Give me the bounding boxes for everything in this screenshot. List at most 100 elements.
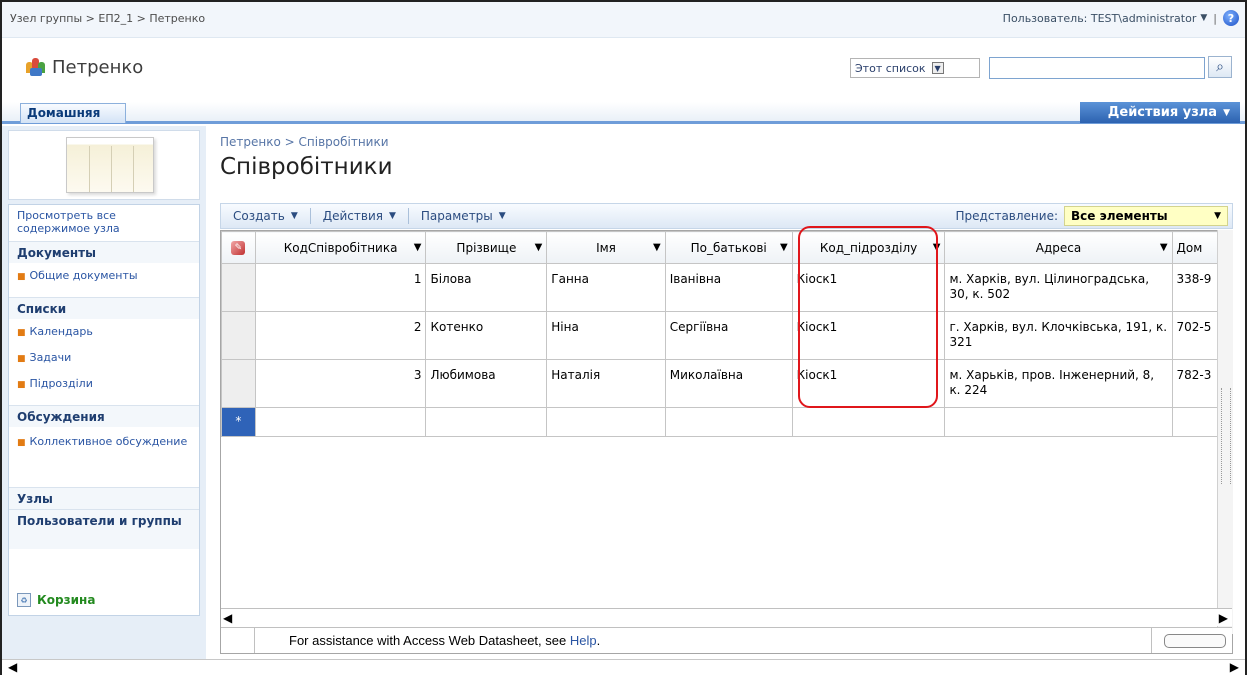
row-selector[interactable]: [221, 359, 256, 408]
status-prefix: For assistance with Access Web Datasheet…: [289, 633, 570, 648]
cell-name[interactable]: Наталія: [546, 359, 666, 408]
chevron-down-icon[interactable]: ▼: [933, 242, 941, 253]
global-breadcrumb[interactable]: Узел группы > ЕП2_1 > Петренко: [10, 12, 205, 25]
cell-patronymic[interactable]: Іванівна: [664, 263, 793, 312]
new-row-marker[interactable]: *: [221, 407, 256, 437]
cell-address[interactable]: м. Харьків, пров. Інженерний, 8, к. 224: [944, 359, 1173, 408]
new-cell[interactable]: [546, 407, 666, 437]
search-icon: ⌕: [1216, 59, 1224, 75]
bullet-icon: ■: [17, 328, 26, 338]
chevron-down-icon[interactable]: ▼: [1160, 242, 1168, 253]
ql-item-calendar[interactable]: ■ Календарь: [17, 325, 197, 340]
cell-address[interactable]: г. Харків, вул. Клочківська, 191, к. 321: [944, 311, 1173, 360]
vertical-scrollbar[interactable]: [1217, 230, 1233, 634]
cell-id[interactable]: 3: [254, 359, 427, 408]
new-cell[interactable]: [944, 407, 1173, 437]
ql-heading-lists[interactable]: Списки: [9, 297, 199, 319]
table-row[interactable]: 3 Любимова Наталія Миколаївна Кіоск1 м. …: [221, 359, 1232, 408]
user-menu[interactable]: Пользователь: TEST\administrator ▼ | ?: [1003, 10, 1239, 26]
site-actions-label: Действия узла: [1107, 105, 1218, 120]
ql-item-tasks[interactable]: ■ Задачи: [17, 351, 197, 366]
column-header[interactable]: Код_підрозділу ▼: [791, 231, 946, 264]
chevron-down-icon[interactable]: ▼: [535, 242, 543, 253]
new-cell[interactable]: [425, 407, 548, 437]
cell-surname[interactable]: Любимова: [425, 359, 548, 408]
datasheet-icon: ✎: [231, 240, 246, 255]
ql-heading-people-groups[interactable]: Пользователи и группы: [9, 509, 199, 549]
row-selector[interactable]: [221, 263, 256, 312]
new-menu[interactable]: Создать ▼: [221, 209, 310, 223]
help-icon[interactable]: ?: [1223, 10, 1239, 26]
ql-heading-discussions[interactable]: Обсуждения: [9, 405, 199, 427]
chevron-down-icon[interactable]: ▼: [780, 242, 788, 253]
access-web-datasheet: ✎ КодСпівробітника ▼ Прізвище ▼ Імя ▼ По_ба…: [220, 230, 1233, 654]
scroll-right-icon[interactable]: ▶: [1230, 660, 1239, 674]
search-button[interactable]: ⌕: [1208, 56, 1232, 78]
cell-department-code[interactable]: Кіоск1: [791, 359, 946, 408]
cell-patronymic[interactable]: Миколаївна: [664, 359, 793, 408]
ql-item-departments[interactable]: ■ Підрозділи: [17, 377, 197, 392]
actions-label: Действия: [322, 209, 383, 223]
view-select[interactable]: Все элементы ▼: [1064, 206, 1228, 226]
chevron-down-icon[interactable]: ▼: [931, 62, 944, 74]
column-header[interactable]: Прізвище ▼: [425, 231, 548, 264]
row-selector[interactable]: [221, 311, 256, 360]
scroll-grip[interactable]: [1221, 388, 1231, 484]
scroll-left-icon[interactable]: ◀: [223, 611, 232, 625]
horizontal-scrollbar[interactable]: ◀ ▶: [221, 608, 1232, 626]
search-scope-select[interactable]: Этот список ▼: [850, 58, 980, 78]
scroll-left-icon[interactable]: ◀: [8, 660, 17, 674]
table-row[interactable]: 2 Котенко Ніна Сергіївна Кіоск1 г. Харкі…: [221, 311, 1232, 360]
table-row[interactable]: 1 Білова Ганна Іванівна Кіоск1 м. Харків…: [221, 263, 1232, 312]
settings-menu[interactable]: Параметры ▼: [409, 209, 518, 223]
ql-heading-documents[interactable]: Документы: [9, 241, 199, 263]
column-header[interactable]: Адреса ▼: [944, 231, 1173, 264]
new-cell[interactable]: [791, 407, 946, 437]
cell-name[interactable]: Ганна: [546, 263, 666, 312]
select-all-corner[interactable]: ✎: [221, 231, 256, 264]
cell-address[interactable]: м. Харків, вул. Цілиноградська, 30, к. 5…: [944, 263, 1173, 312]
page-breadcrumb[interactable]: Петренко > Співробітники: [220, 135, 389, 149]
chevron-down-icon[interactable]: ▼: [653, 242, 661, 253]
recycle-bin-link[interactable]: ♻ Корзина: [17, 593, 95, 607]
site-title[interactable]: Петренко: [52, 57, 143, 78]
view-all-content-link[interactable]: Просмотреть все содержимое узла: [17, 209, 187, 235]
new-cell[interactable]: [254, 407, 427, 437]
cell-surname[interactable]: Білова: [425, 263, 548, 312]
page-horizontal-scrollbar[interactable]: ◀ ▶: [2, 659, 1245, 675]
column-header[interactable]: Імя ▼: [546, 231, 666, 264]
cell-surname[interactable]: Котенко: [425, 311, 548, 360]
search-input[interactable]: [989, 57, 1205, 79]
ql-item-shared-documents[interactable]: ■ Общие документы: [17, 269, 197, 284]
ql-heading-sites[interactable]: Узлы: [9, 487, 199, 509]
tab-home[interactable]: Домашняя: [20, 103, 126, 123]
scroll-right-icon[interactable]: ▶: [1219, 611, 1228, 625]
cell-department-code[interactable]: Кіоск1: [791, 311, 946, 360]
view-select-value: Все элементы: [1071, 209, 1168, 223]
column-header[interactable]: КодСпівробітника ▼: [254, 231, 427, 264]
site-actions-menu[interactable]: Действия узла ▼: [1080, 102, 1240, 123]
column-header[interactable]: По_батькові ▼: [664, 231, 793, 264]
user-label[interactable]: Пользователь: TEST\administrator: [1003, 12, 1197, 25]
new-cell[interactable]: [664, 407, 793, 437]
actions-menu[interactable]: Действия ▼: [311, 209, 408, 223]
ql-item-label: Задачи: [29, 351, 72, 364]
cell-name[interactable]: Ніна: [546, 311, 666, 360]
datasheet-grid: ✎ КодСпівробітника ▼ Прізвище ▼ Імя ▼ По_ба…: [221, 231, 1232, 437]
browser-window: Узел группы > ЕП2_1 > Петренко Пользоват…: [0, 0, 1247, 675]
cell-patronymic[interactable]: Сергіївна: [664, 311, 793, 360]
chevron-down-icon[interactable]: ▼: [1200, 13, 1207, 23]
column-header-label: Адреса: [1035, 240, 1082, 255]
cell-id[interactable]: 1: [254, 263, 427, 312]
help-link[interactable]: Help: [570, 633, 597, 648]
ql-item-team-discussion[interactable]: ■ Коллективное обсуждение: [17, 435, 197, 450]
cell-department-code[interactable]: Кіоск1: [791, 263, 946, 312]
ql-item-label: Підрозділи: [29, 377, 93, 390]
search-scope-value: Этот список: [855, 61, 926, 75]
chevron-down-icon: ▼: [290, 211, 298, 221]
chevron-down-icon[interactable]: ▼: [414, 242, 422, 253]
new-row[interactable]: *: [221, 407, 1232, 437]
top-nav-bar: [2, 102, 1245, 124]
column-header-label: Код_підрозділу: [819, 240, 918, 255]
cell-id[interactable]: 2: [254, 311, 427, 360]
